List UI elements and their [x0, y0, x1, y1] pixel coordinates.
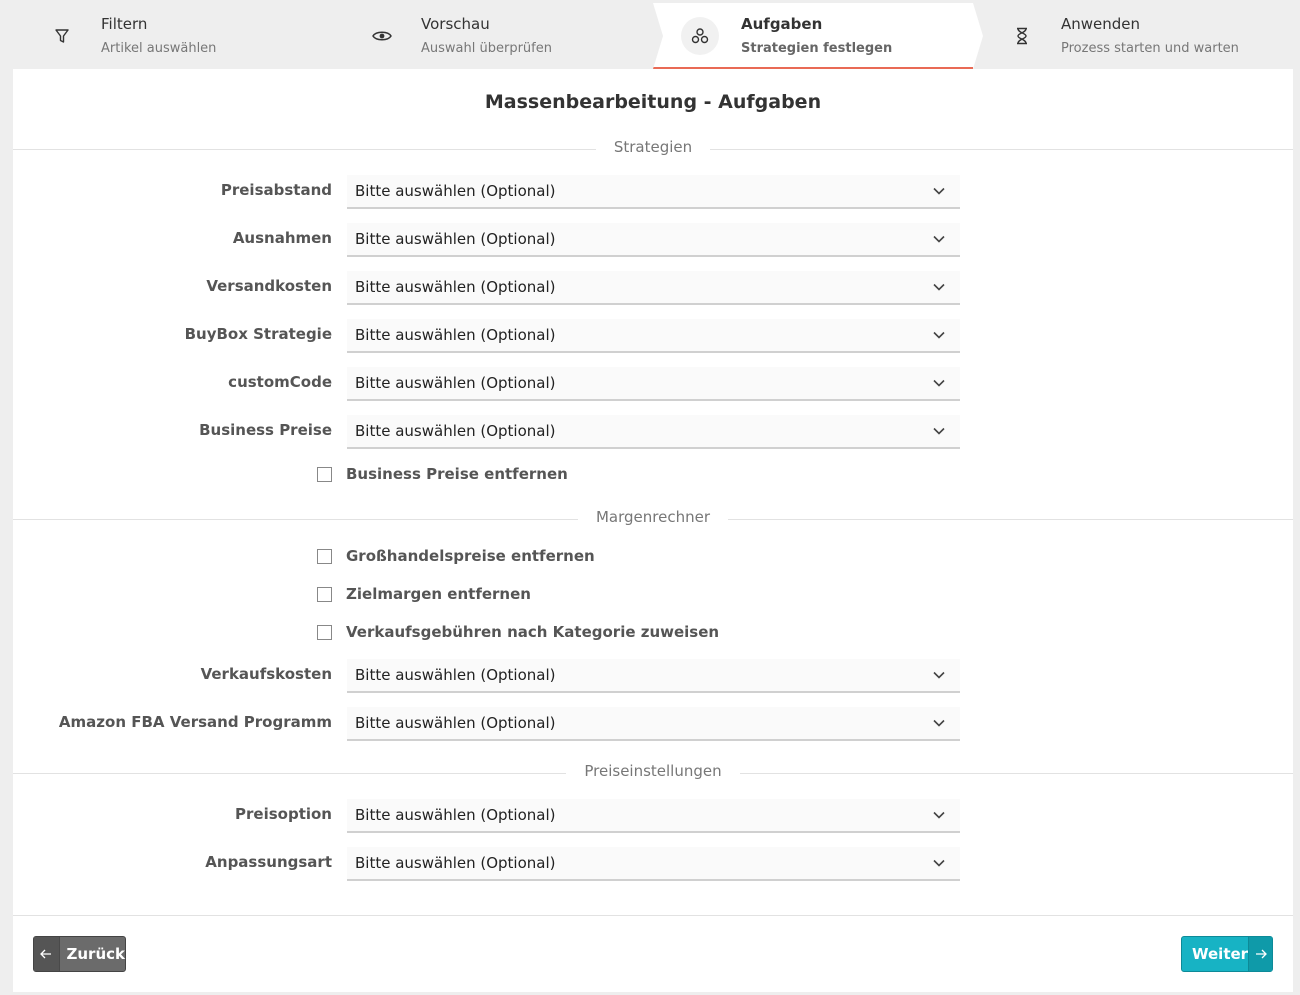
footer-divider [13, 915, 1293, 916]
checkbox[interactable] [317, 466, 332, 482]
field-label-preisabstand: Preisabstand [220, 181, 332, 199]
select-value: Bitte auswählen (Optional) [355, 666, 556, 684]
select-value: Bitte auswählen (Optional) [355, 714, 556, 732]
step-subtitle: Artikel auswählen [101, 41, 217, 56]
field-label-verkaufskosten: Verkaufskosten [200, 665, 332, 683]
hourglass-icon [1011, 25, 1033, 47]
chevron-down-icon [933, 187, 945, 195]
step-title: Aufgaben [741, 15, 823, 33]
next-button[interactable]: Weiter [1181, 936, 1273, 972]
field-label-preisoption: Preisoption [235, 805, 332, 823]
select-value: Bitte auswählen (Optional) [355, 230, 556, 248]
checkbox-label: Verkaufsgebühren nach Kategorie zuweisen [346, 623, 720, 641]
checkbox[interactable] [317, 586, 332, 602]
field-label-versandkosten: Versandkosten [206, 277, 332, 295]
arrow-left-icon [34, 937, 60, 971]
step-title: Filtern [101, 15, 148, 33]
ausnahmen-select[interactable]: Bitte auswählen (Optional) [347, 223, 960, 257]
preisabstand-select[interactable]: Bitte auswählen (Optional) [347, 175, 960, 209]
step-anwenden[interactable]: Anwenden Prozess starten und warten [973, 3, 1293, 69]
wizard-stepper: Filtern Artikel auswählen Vorschau Auswa… [13, 0, 1293, 70]
select-value: Bitte auswählen (Optional) [355, 278, 556, 296]
step-subtitle: Prozess starten und warten [1061, 41, 1239, 56]
versandkosten-select[interactable]: Bitte auswählen (Optional) [347, 271, 960, 305]
eye-icon [371, 25, 393, 47]
field-label-business-preise: Business Preise [199, 421, 332, 439]
page-title: Massenbearbeitung - Aufgaben [484, 91, 822, 113]
section-label: Margenrechner [577, 508, 729, 526]
chevron-down-icon [933, 427, 945, 435]
buybox-strategie-select[interactable]: Bitte auswählen (Optional) [347, 319, 960, 353]
anpassungsart-select[interactable]: Bitte auswählen (Optional) [347, 847, 960, 881]
preisoption-select[interactable]: Bitte auswählen (Optional) [347, 799, 960, 833]
customcode-select[interactable]: Bitte auswählen (Optional) [347, 367, 960, 401]
back-button-label: Zurück [66, 945, 126, 963]
step-vorschau[interactable]: Vorschau Auswahl überprüfen [333, 3, 653, 69]
checkbox[interactable] [317, 624, 332, 640]
checkbox-label: Business Preise entfernen [346, 465, 568, 483]
business-preise-entfernen-checkbox-row[interactable]: Business Preise entfernen [317, 465, 568, 483]
chevron-down-icon [933, 283, 945, 291]
arrow-right-icon [1248, 937, 1272, 971]
checkbox[interactable] [317, 548, 332, 564]
zielmargen-entfernen-checkbox-row[interactable]: Zielmargen entfernen [317, 585, 531, 603]
step-filtern[interactable]: Filtern Artikel auswählen [13, 3, 333, 69]
checkbox-label: Zielmargen entfernen [346, 585, 531, 603]
chevron-down-icon [933, 331, 945, 339]
chevron-down-icon [933, 235, 945, 243]
chevron-down-icon [933, 379, 945, 387]
step-title: Vorschau [421, 15, 490, 33]
next-button-label: Weiter [1192, 945, 1249, 963]
verkaufsgebuehren-checkbox-row[interactable]: Verkaufsgebühren nach Kategorie zuweisen [317, 623, 719, 641]
select-value: Bitte auswählen (Optional) [355, 806, 556, 824]
chevron-down-icon [933, 719, 945, 727]
section-margenrechner: Margenrechner [13, 508, 1293, 526]
section-preiseinstellungen: Preiseinstellungen [13, 762, 1293, 780]
step-title: Anwenden [1061, 15, 1141, 33]
grosshandelspreise-entfernen-checkbox-row[interactable]: Großhandelspreise entfernen [317, 547, 595, 565]
select-value: Bitte auswählen (Optional) [355, 854, 556, 872]
step-subtitle: Auswahl überprüfen [421, 41, 552, 56]
select-value: Bitte auswählen (Optional) [355, 182, 556, 200]
field-label-customcode: customCode [228, 373, 332, 391]
chevron-down-icon [933, 811, 945, 819]
checkbox-label: Großhandelspreise entfernen [346, 547, 595, 565]
chevron-down-icon [933, 859, 945, 867]
business-preise-select[interactable]: Bitte auswählen (Optional) [347, 415, 960, 449]
amazon-fba-select[interactable]: Bitte auswählen (Optional) [347, 707, 960, 741]
bulk-edit-card: Massenbearbeitung - Aufgaben Strategien … [13, 69, 1293, 992]
field-label-buybox-strategie: BuyBox Strategie [184, 325, 332, 343]
verkaufskosten-select[interactable]: Bitte auswählen (Optional) [347, 659, 960, 693]
field-label-anpassungsart: Anpassungsart [205, 853, 332, 871]
filter-icon [51, 25, 73, 47]
step-arrow-in [653, 3, 663, 69]
back-button[interactable]: Zurück [33, 936, 126, 972]
select-value: Bitte auswählen (Optional) [355, 326, 556, 344]
select-value: Bitte auswählen (Optional) [355, 374, 556, 392]
step-aufgaben[interactable]: Aufgaben Strategien festlegen [653, 3, 983, 69]
section-label: Preiseinstellungen [566, 762, 740, 780]
step-subtitle: Strategien festlegen [741, 41, 893, 56]
field-label-ausnahmen: Ausnahmen [232, 229, 332, 247]
tasks-icon [681, 17, 719, 55]
select-value: Bitte auswählen (Optional) [355, 422, 556, 440]
field-label-amazon-fba: Amazon FBA Versand Programm [58, 713, 332, 731]
section-label: Strategien [595, 138, 711, 156]
chevron-down-icon [933, 671, 945, 679]
section-strategien: Strategien [13, 138, 1293, 156]
